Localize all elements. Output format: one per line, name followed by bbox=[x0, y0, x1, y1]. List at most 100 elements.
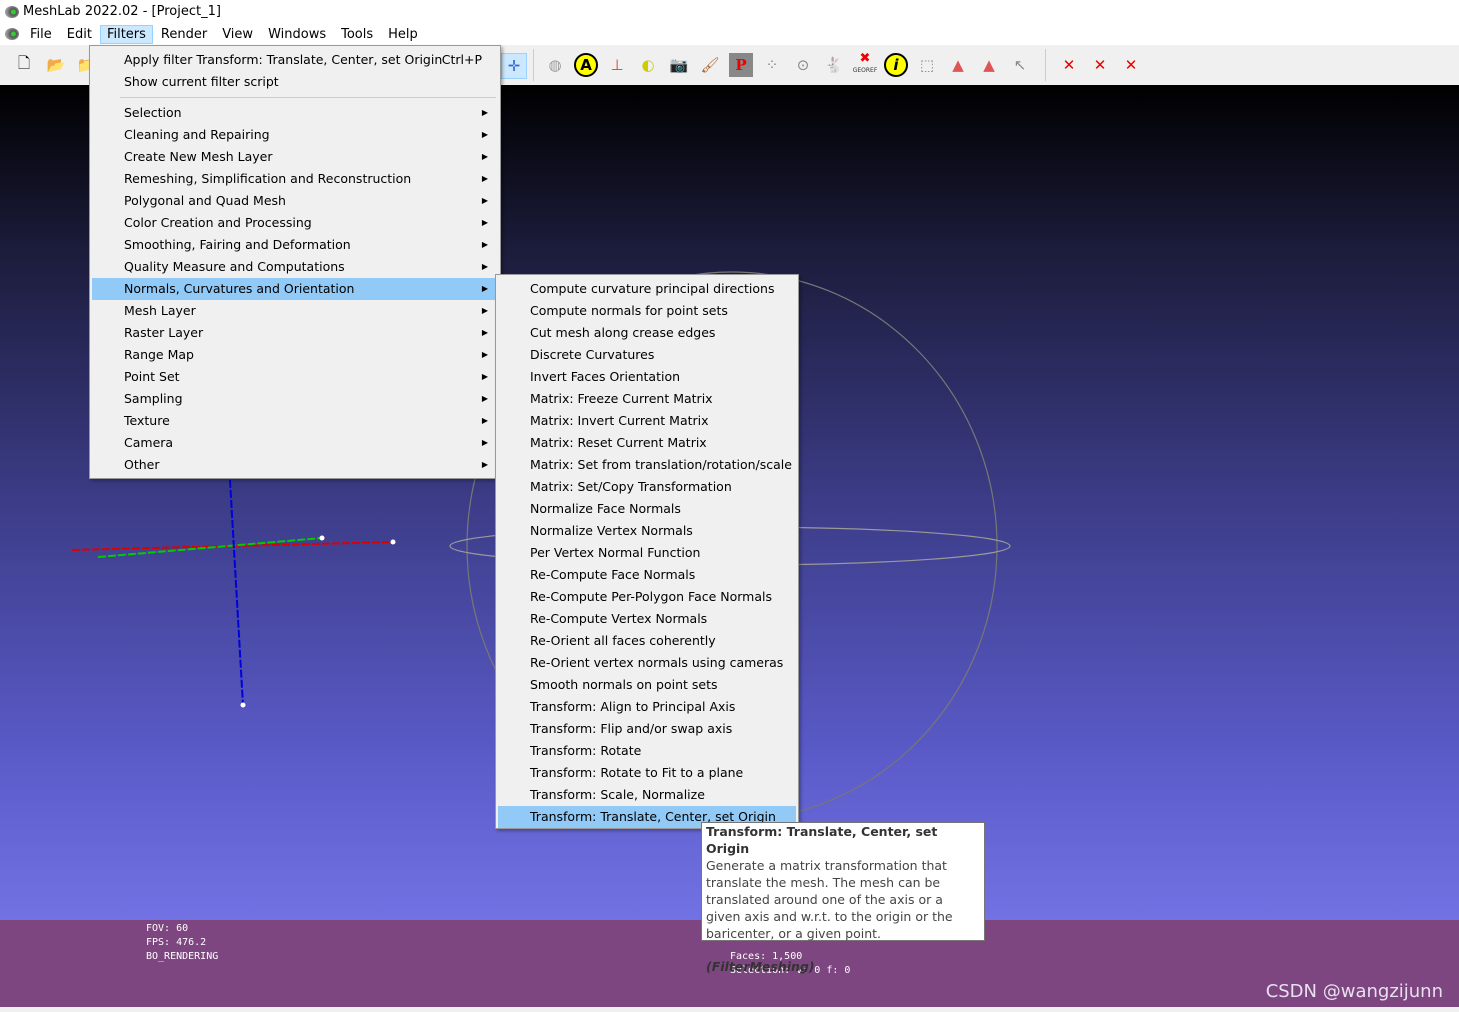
filters-category-item[interactable]: Polygonal and Quad Mesh ▶ bbox=[92, 190, 498, 212]
filters-category-item[interactable]: Create New Mesh Layer ▶ bbox=[92, 146, 498, 168]
show-filter-script-item[interactable]: Show current filter script bbox=[92, 71, 498, 93]
new-project-icon[interactable]: 🗋 bbox=[12, 53, 36, 77]
tooltip-title: Transform: Translate, Center, set Origin bbox=[706, 824, 938, 856]
delete-vertices-icon[interactable]: ✕ bbox=[1057, 53, 1081, 77]
filters-category-item[interactable]: Camera ▶ bbox=[92, 432, 498, 454]
normals-filter-item[interactable]: Matrix: Reset Current Matrix bbox=[498, 432, 796, 454]
normals-filter-item[interactable]: Normalize Vertex Normals bbox=[498, 520, 796, 542]
normals-filter-item[interactable]: Compute normals for point sets bbox=[498, 300, 796, 322]
toolbar-separator bbox=[533, 49, 534, 81]
normals-filter-item[interactable]: Transform: Rotate bbox=[498, 740, 796, 762]
item-label: Polygonal and Quad Mesh bbox=[124, 193, 286, 208]
normals-filter-item[interactable]: Discrete Curvatures bbox=[498, 344, 796, 366]
filters-category-item[interactable]: Mesh Layer ▶ bbox=[92, 300, 498, 322]
normals-filter-item[interactable]: Re-Compute Vertex Normals bbox=[498, 608, 796, 630]
normals-filter-item[interactable]: Re-Orient vertex normals using cameras bbox=[498, 652, 796, 674]
submenu-arrow-icon: ▶ bbox=[481, 262, 488, 271]
filters-category-item[interactable]: Smoothing, Fairing and Deformation ▶ bbox=[92, 234, 498, 256]
pickpoints-icon[interactable]: P bbox=[729, 53, 753, 77]
menu-help[interactable]: Help bbox=[381, 25, 425, 44]
menu-filters[interactable]: Filters bbox=[99, 24, 153, 44]
normals-filter-item[interactable]: Cut mesh along crease edges bbox=[498, 322, 796, 344]
normals-submenu: Compute curvature principal directions Co… bbox=[495, 274, 799, 829]
normals-filter-item[interactable]: Re-Compute Face Normals bbox=[498, 564, 796, 586]
submenu-arrow-icon: ▶ bbox=[481, 284, 488, 293]
paint-brush-icon[interactable]: 🖌 bbox=[698, 53, 722, 77]
submenu-arrow-icon: ▶ bbox=[481, 240, 488, 249]
normals-filter-item[interactable]: Re-Compute Per-Polygon Face Normals bbox=[498, 586, 796, 608]
item-label: Normals, Curvatures and Orientation bbox=[124, 281, 355, 296]
filters-category-item[interactable]: Selection ▶ bbox=[92, 102, 498, 124]
menu-edit[interactable]: Edit bbox=[60, 25, 99, 44]
normals-filter-item[interactable]: Transform: Rotate to Fit to a plane bbox=[498, 762, 796, 784]
item-label: Texture bbox=[124, 413, 170, 428]
item-label: Color Creation and Processing bbox=[124, 215, 312, 230]
normals-filter-item[interactable]: Matrix: Freeze Current Matrix bbox=[498, 388, 796, 410]
normals-filter-item[interactable]: Matrix: Set from translation/rotation/sc… bbox=[498, 454, 796, 476]
item-label: Smoothing, Fairing and Deformation bbox=[124, 237, 351, 252]
open-project-icon[interactable]: 📂 bbox=[44, 53, 68, 77]
menu-tools[interactable]: Tools bbox=[334, 25, 380, 44]
item-label: Create New Mesh Layer bbox=[124, 149, 273, 164]
filters-category-item[interactable]: Normals, Curvatures and Orientation ▶ bbox=[92, 278, 498, 300]
watermark: CSDN @wangzijunn bbox=[1265, 981, 1443, 1002]
normals-filter-item[interactable]: Smooth normals on point sets bbox=[498, 674, 796, 696]
select-rect-icon[interactable]: ⬚ bbox=[915, 53, 939, 77]
submenu-arrow-icon: ▶ bbox=[481, 130, 488, 139]
normals-filter-item[interactable]: Transform: Scale, Normalize bbox=[498, 784, 796, 806]
apply-last-filter-item[interactable]: Apply filter Transform: Translate, Cente… bbox=[92, 49, 498, 71]
select-connected-icon[interactable]: ⊙ bbox=[791, 53, 815, 77]
submenu-arrow-icon: ▶ bbox=[481, 174, 488, 183]
normals-filter-item[interactable]: Per Vertex Normal Function bbox=[498, 542, 796, 564]
normals-filter-item[interactable]: Transform: Align to Principal Axis bbox=[498, 696, 796, 718]
filters-category-item[interactable]: Texture ▶ bbox=[92, 410, 498, 432]
normals-filter-item[interactable]: Matrix: Set/Copy Transformation bbox=[498, 476, 796, 498]
meshlab-logo-icon bbox=[5, 5, 19, 18]
normals-filter-item[interactable]: Normalize Face Normals bbox=[498, 498, 796, 520]
filters-category-item[interactable]: Range Map ▶ bbox=[92, 344, 498, 366]
raster-align-icon[interactable]: 📷 bbox=[667, 53, 691, 77]
title-bar: MeshLab 2022.02 - [Project_1] bbox=[0, 0, 1459, 23]
globe-icon[interactable]: ◍ bbox=[543, 53, 567, 77]
normals-filter-item[interactable]: Invert Faces Orientation bbox=[498, 366, 796, 388]
menu-view[interactable]: View bbox=[215, 25, 260, 44]
y-axis bbox=[97, 537, 323, 558]
georef-icon[interactable]: ✖ GEOREF bbox=[853, 52, 878, 77]
filters-category-item[interactable]: Raster Layer ▶ bbox=[92, 322, 498, 344]
filters-category-item[interactable]: Quality Measure and Computations ▶ bbox=[92, 256, 498, 278]
axes-icon[interactable]: ⊥ bbox=[605, 53, 629, 77]
menu-render[interactable]: Render bbox=[154, 25, 214, 44]
filters-category-item[interactable]: Other ▶ bbox=[92, 454, 498, 476]
submenu-arrow-icon: ▶ bbox=[481, 218, 488, 227]
select-vertices-icon[interactable]: ⁘ bbox=[760, 53, 784, 77]
item-label: Quality Measure and Computations bbox=[124, 259, 345, 274]
measure-tape-icon[interactable]: ◐ bbox=[636, 53, 660, 77]
normals-filter-item[interactable]: Matrix: Invert Current Matrix bbox=[498, 410, 796, 432]
filters-category-item[interactable]: Cleaning and Repairing ▶ bbox=[92, 124, 498, 146]
filter-tooltip: Transform: Translate, Center, set Origin… bbox=[701, 822, 985, 974]
menu-windows[interactable]: Windows bbox=[261, 25, 333, 44]
normals-filter-item[interactable]: Compute curvature principal directions bbox=[498, 278, 796, 300]
bunny-color-icon[interactable]: 🐇 bbox=[822, 53, 846, 77]
annotation-icon[interactable]: A bbox=[574, 53, 598, 77]
submenu-arrow-icon: ▶ bbox=[481, 306, 488, 315]
submenu-arrow-icon: ▶ bbox=[481, 328, 488, 337]
delete-faces-icon[interactable]: ✕ bbox=[1088, 53, 1112, 77]
select-faces-icon[interactable]: ▲ bbox=[946, 53, 970, 77]
item-label: Point Set bbox=[124, 369, 180, 384]
select-arrow-icon[interactable]: ↖ bbox=[1008, 53, 1032, 77]
item-label: Range Map bbox=[124, 347, 194, 362]
filters-category-item[interactable]: Point Set ▶ bbox=[92, 366, 498, 388]
delete-faces-vertices-icon[interactable]: ✕ bbox=[1119, 53, 1143, 77]
item-label: Mesh Layer bbox=[124, 303, 196, 318]
filters-category-item[interactable]: Color Creation and Processing ▶ bbox=[92, 212, 498, 234]
menu-file[interactable]: File bbox=[23, 25, 59, 44]
select-faces-plus-icon[interactable]: ▲ bbox=[977, 53, 1001, 77]
filters-category-item[interactable]: Remeshing, Simplification and Reconstruc… bbox=[92, 168, 498, 190]
axis-toggle-icon[interactable]: ✛ bbox=[501, 53, 527, 79]
normals-filter-item[interactable]: Transform: Flip and/or swap axis bbox=[498, 718, 796, 740]
window-title: MeshLab 2022.02 - [Project_1] bbox=[23, 4, 221, 19]
filters-category-item[interactable]: Sampling ▶ bbox=[92, 388, 498, 410]
info-icon[interactable]: i bbox=[884, 53, 908, 77]
normals-filter-item[interactable]: Re-Orient all faces coherently bbox=[498, 630, 796, 652]
